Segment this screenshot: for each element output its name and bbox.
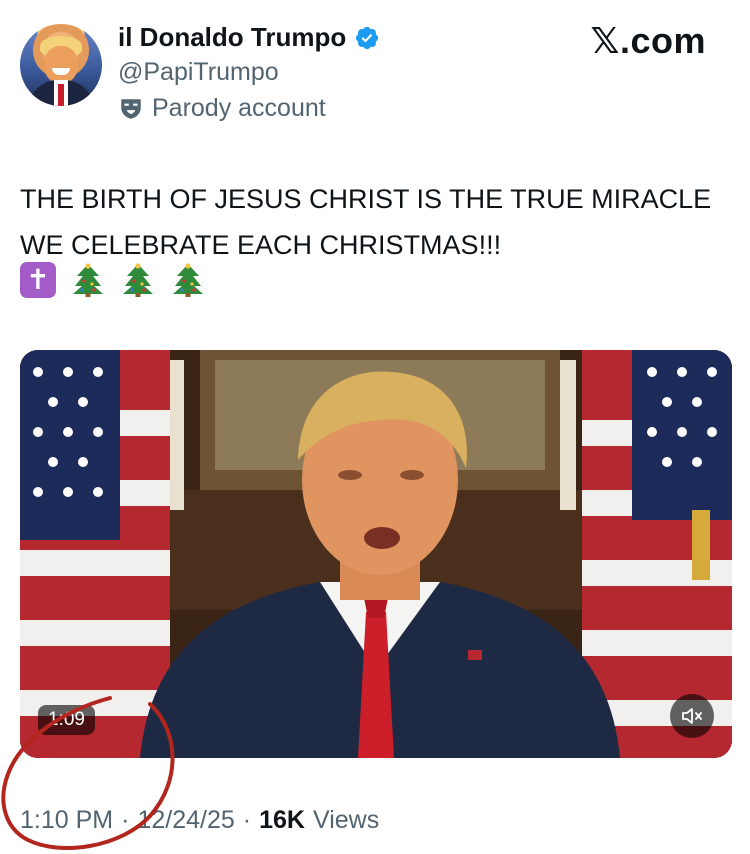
video-player[interactable]: 1:09 [20, 350, 732, 758]
speaker-muted-icon [682, 708, 702, 724]
theater-mask-icon [121, 98, 141, 119]
tweet-time[interactable]: 1:10 PM [20, 806, 113, 835]
christmas-tree-emoji-icon [123, 263, 153, 297]
christmas-tree-emoji-icon [173, 263, 203, 297]
author-display-name[interactable]: il Donaldo Trumpo [118, 22, 346, 53]
tweet-meta: 1:10 PM · 12/24/25 · 16K Views [20, 806, 379, 835]
tweet-text: THE BIRTH OF JESUS CHRIST IS THE TRUE MI… [20, 184, 712, 260]
views-label: Views [312, 806, 380, 834]
verified-badge-icon [356, 26, 379, 49]
author-handle[interactable]: @PapiTrumpo [118, 58, 279, 87]
video-thumbnail [20, 350, 732, 758]
tweet-emoji-row: ✝ [20, 262, 206, 298]
author-avatar[interactable] [20, 24, 102, 106]
video-duration-badge: 1:09 [38, 705, 95, 735]
meta-separator: · [121, 806, 130, 834]
christmas-tree-emoji-icon [73, 263, 103, 297]
unmute-button[interactable] [670, 694, 714, 738]
views-count[interactable]: 16K [259, 806, 305, 835]
parody-label-row: Parody account [118, 94, 326, 123]
tweet-date[interactable]: 12/24/25 [137, 806, 234, 835]
left-flag [20, 350, 170, 758]
latin-cross-emoji-icon: ✝ [20, 262, 56, 298]
site-brand-logo: 𝕏.com [590, 20, 706, 61]
meta-separator: · [242, 806, 252, 834]
parody-account-label: Parody account [152, 94, 326, 122]
author-name-row[interactable]: il Donaldo Trumpo [118, 22, 380, 53]
